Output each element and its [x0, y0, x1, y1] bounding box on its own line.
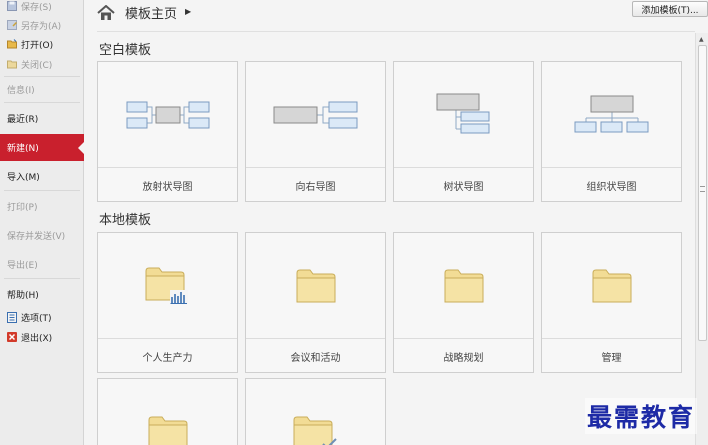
sidebar-item-close[interactable]: 关闭(C)	[0, 54, 84, 74]
tree-map-icon	[394, 62, 533, 167]
template-card-label: 放射状导图	[98, 167, 237, 202]
template-card-label: 组织状导图	[542, 167, 681, 202]
sidebar-item-recent[interactable]: 最近(R)	[0, 108, 84, 128]
header-divider	[97, 31, 695, 32]
template-folder-item[interactable]	[97, 378, 238, 445]
template-card-org[interactable]: 组织状导图	[541, 61, 682, 202]
sidebar-item-label: 关闭(C)	[21, 60, 53, 71]
sidebar-item-exit[interactable]: 退出(X)	[0, 327, 84, 347]
folder-icon	[542, 233, 681, 338]
sidebar-item-new[interactable]: 新建(N)	[0, 134, 85, 161]
sidebar-item-label: 打印(P)	[7, 202, 38, 213]
sidebar-item-label: 保存并发送(V)	[7, 231, 66, 242]
template-card-label: 个人生产力	[98, 338, 237, 373]
template-folder-strategy[interactable]: 战略规划	[393, 232, 534, 373]
options-icon	[6, 311, 18, 323]
sidebar-divider	[4, 190, 80, 191]
folder-chart-icon	[98, 233, 237, 338]
folder-icon	[246, 233, 385, 338]
sidebar-divider	[4, 76, 80, 77]
template-card-right[interactable]: 向右导图	[245, 61, 386, 202]
breadcrumb[interactable]: 模板主页	[125, 3, 177, 22]
template-card-label: 管理	[542, 338, 681, 373]
template-card-label: 会议和活动	[246, 338, 385, 373]
sidebar-item-label: 帮助(H)	[7, 290, 39, 301]
template-card-label: 向右导图	[246, 167, 385, 202]
section-title-local: 本地模板	[99, 213, 152, 228]
save-icon	[6, 0, 18, 12]
org-chart-icon	[542, 62, 681, 167]
sidebar-item-label: 导出(E)	[7, 260, 38, 271]
sidebar-item-export[interactable]: 导出(E)	[0, 254, 84, 274]
sidebar-item-save-send[interactable]: 保存并发送(V)	[0, 225, 84, 245]
sidebar-divider	[4, 278, 80, 279]
template-folder-meetings[interactable]: 会议和活动	[245, 232, 386, 373]
sidebar-item-save[interactable]: 保存(S)	[0, 0, 84, 16]
sidebar-item-label: 选项(T)	[21, 313, 52, 324]
sidebar-item-open[interactable]: 打开(O)	[0, 34, 84, 54]
sidebar-item-info[interactable]: 信息(I)	[0, 79, 84, 99]
template-card-tree[interactable]: 树状导图	[393, 61, 534, 202]
breadcrumb-arrow-icon: ▶	[185, 7, 192, 16]
folder-icon	[98, 379, 237, 445]
home-icon[interactable]	[97, 4, 115, 21]
sidebar-item-print[interactable]: 打印(P)	[0, 196, 84, 216]
template-card-label: 战略规划	[394, 338, 533, 373]
sidebar-item-help[interactable]: 帮助(H)	[0, 284, 84, 304]
sidebar-divider	[4, 102, 80, 103]
sidebar-item-label: 保存(S)	[21, 2, 52, 13]
template-folder-personal-productivity[interactable]: 个人生产力	[97, 232, 238, 373]
radial-map-icon	[98, 62, 237, 167]
grip-icon	[700, 186, 705, 192]
vertical-scrollbar[interactable]: ▲	[695, 33, 708, 445]
watermark: 最需教育	[585, 398, 698, 434]
sidebar-item-save-as[interactable]: 另存为(A)	[0, 15, 84, 35]
folder-check-icon	[246, 379, 385, 445]
sidebar-item-import[interactable]: 导入(M)	[0, 166, 84, 186]
sidebar-item-label: 退出(X)	[21, 333, 53, 344]
sidebar-item-label: 最近(R)	[7, 114, 39, 125]
exit-icon	[6, 331, 18, 343]
open-folder-icon	[6, 38, 18, 50]
folder-icon	[394, 233, 533, 338]
backstage-sidebar: 保存(S) 另存为(A) 打开(O) 关闭(C) 信息(I) 最近(R) 新建(…	[0, 0, 85, 445]
close-file-icon	[6, 58, 18, 70]
template-card-radial[interactable]: 放射状导图	[97, 61, 238, 202]
scroll-up-icon[interactable]: ▲	[699, 36, 704, 43]
sidebar-item-label: 打开(O)	[21, 40, 54, 51]
template-folder-item[interactable]	[245, 378, 386, 445]
scrollbar-thumb[interactable]	[698, 45, 707, 341]
save-as-icon	[6, 19, 18, 31]
sidebar-item-label: 新建(N)	[7, 144, 39, 154]
sidebar-item-label: 另存为(A)	[21, 21, 62, 32]
add-template-button[interactable]: 添加模板(T)...	[632, 1, 708, 17]
template-card-label: 树状导图	[394, 167, 533, 202]
template-folder-management[interactable]: 管理	[541, 232, 682, 373]
sidebar-item-label: 信息(I)	[7, 85, 35, 96]
right-map-icon	[246, 62, 385, 167]
gallery-header: 模板主页 ▶ 添加模板(T)...	[85, 0, 708, 30]
sidebar-item-options[interactable]: 选项(T)	[0, 307, 84, 327]
section-title-blank: 空白模板	[99, 43, 152, 58]
template-gallery: 模板主页 ▶ 添加模板(T)... 空白模板 放射状导图 向右导图 树状导图 组…	[85, 0, 708, 445]
sidebar-item-label: 导入(M)	[7, 172, 40, 183]
